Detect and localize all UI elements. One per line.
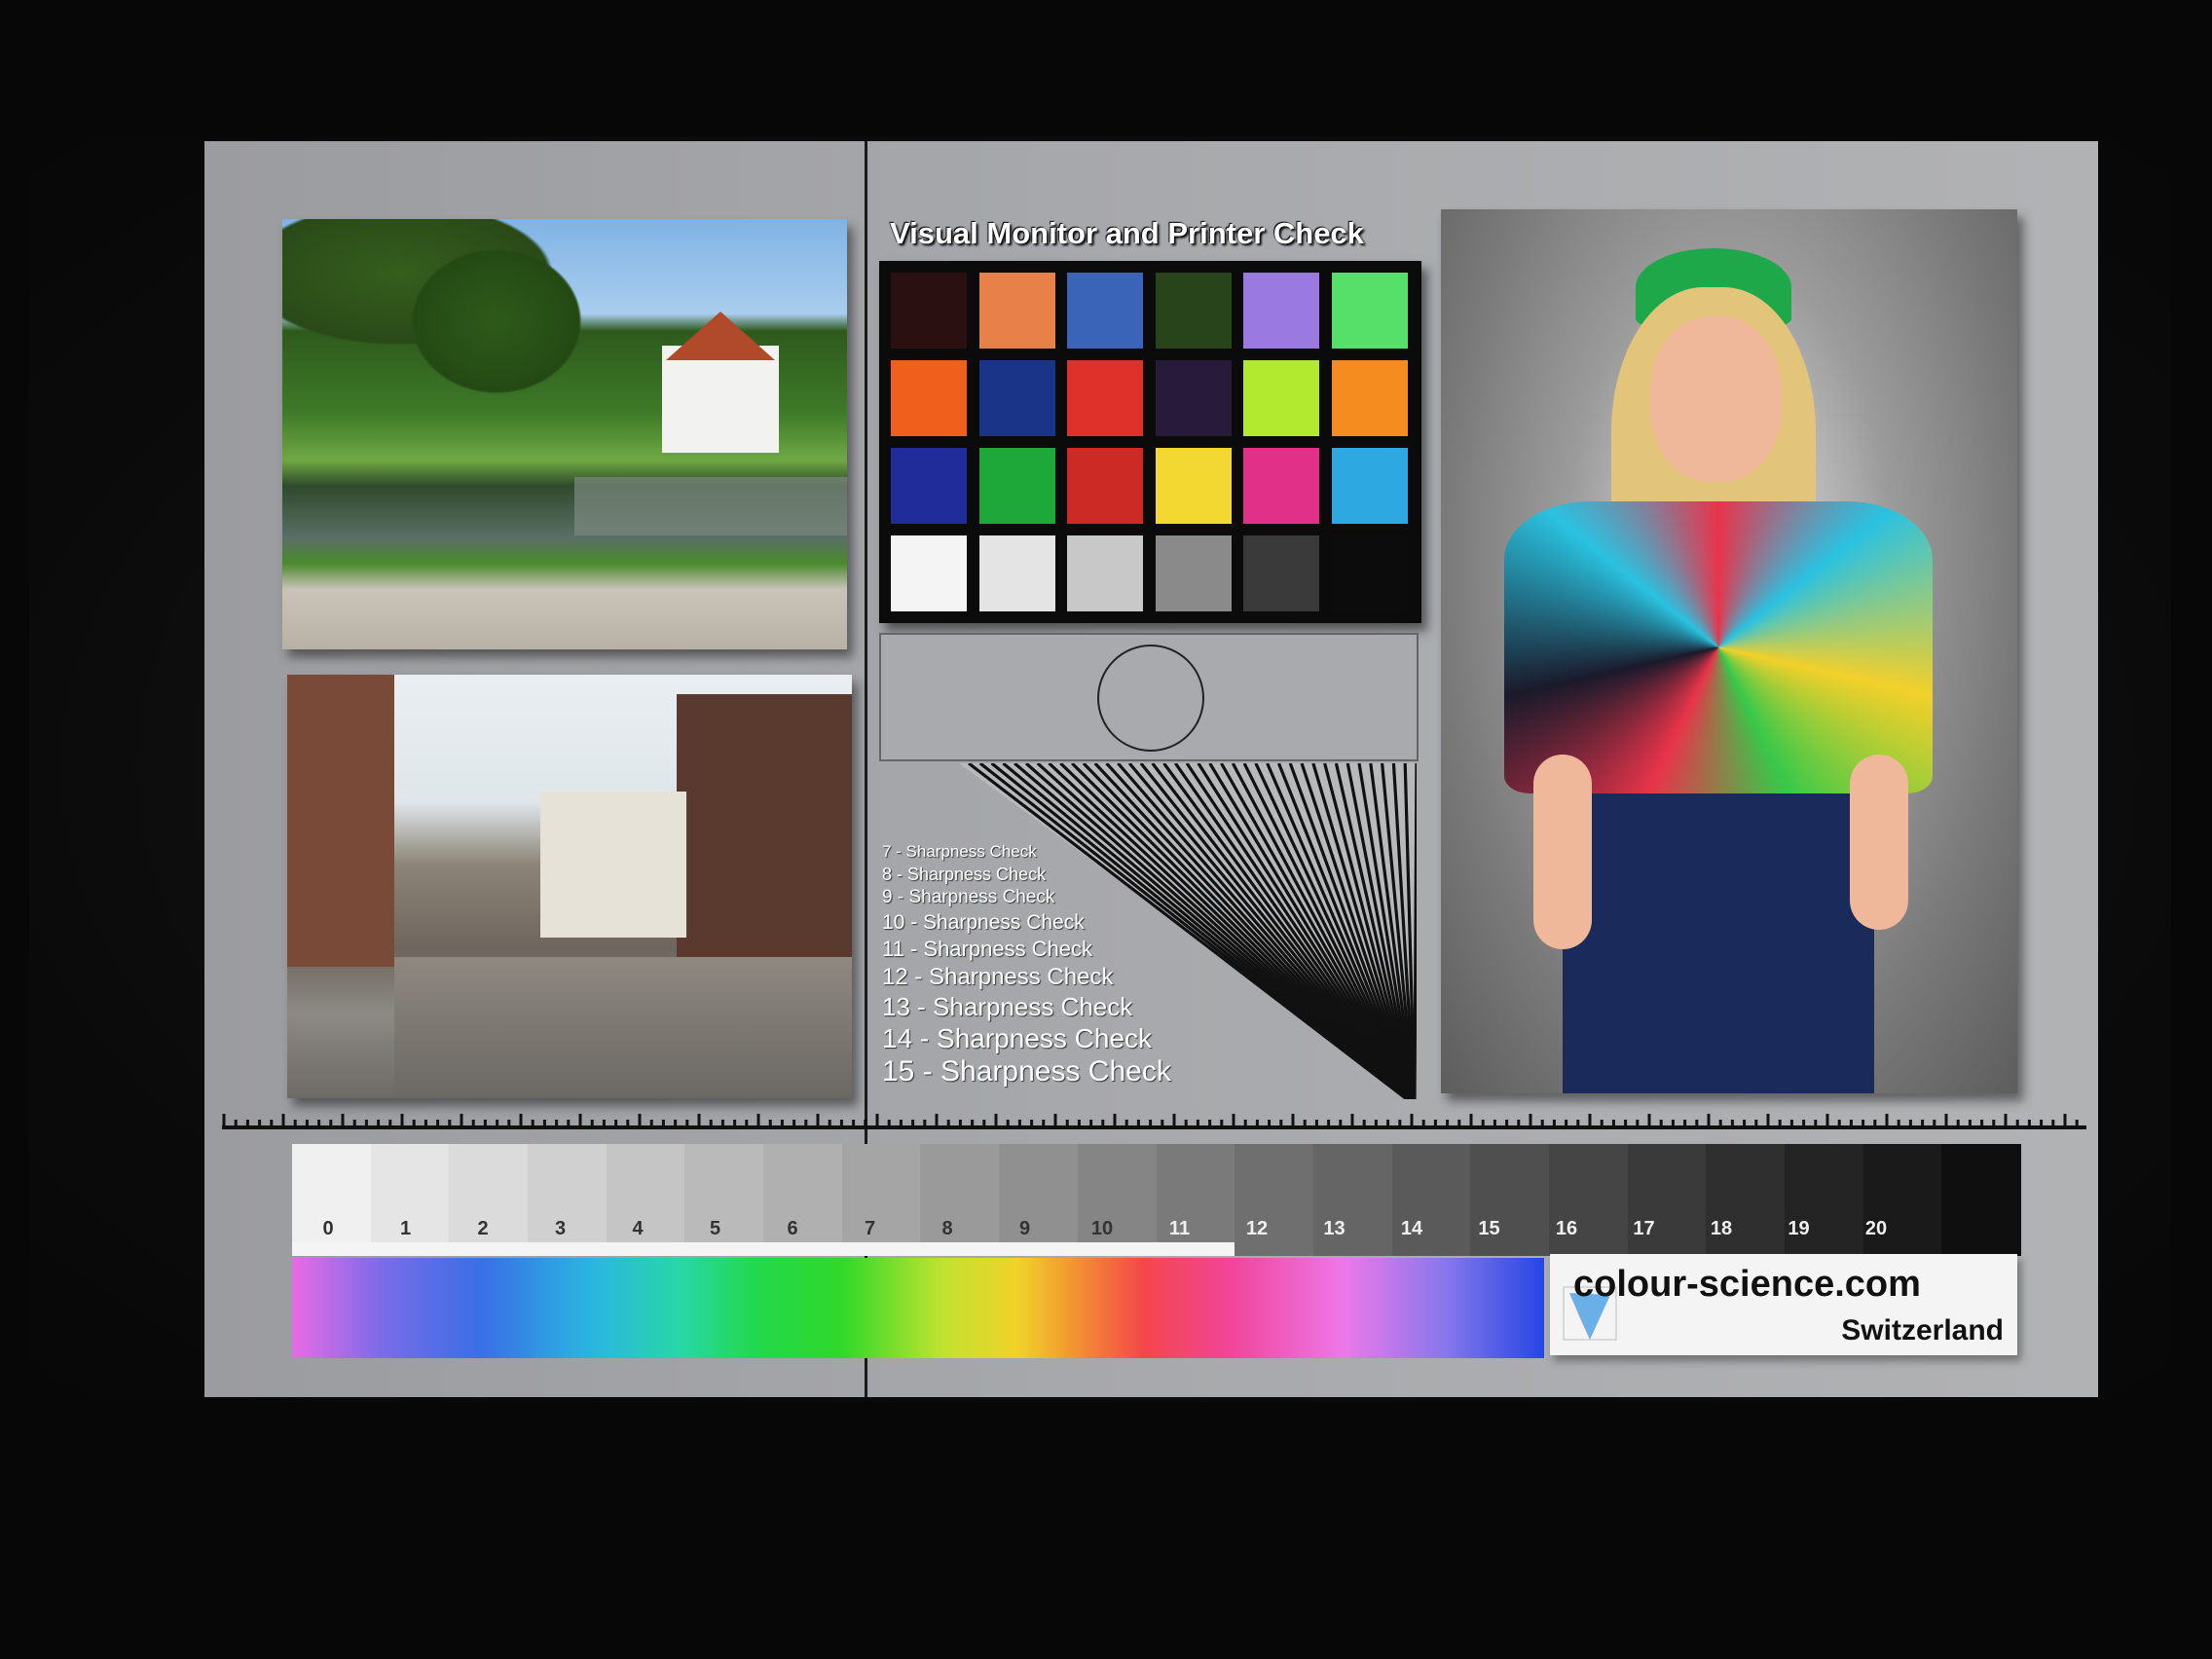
color-patch (978, 360, 1055, 436)
color-patch (891, 360, 967, 436)
grey-step-label: 11 (1168, 1218, 1191, 1239)
color-checker (879, 261, 1421, 623)
grey-step-label: 10 (1090, 1218, 1114, 1239)
grey-step-label: 14 (1400, 1218, 1423, 1239)
grey-step-label: 9 (1018, 1218, 1031, 1239)
color-patch (1243, 535, 1319, 611)
sharpness-check-label: 11 - Sharpness Check (882, 937, 1093, 961)
color-patch (978, 273, 1055, 349)
grey-step-label: 19 (1788, 1218, 1810, 1239)
color-patch (1243, 360, 1319, 436)
color-patch (1155, 535, 1232, 611)
logo-text: colour-science.com (1573, 1264, 1921, 1305)
color-patch (891, 448, 967, 524)
sharpness-check-list: 7 - Sharpness Check 8 - Sharpness Check 9 … (882, 769, 1194, 1105)
grey-step-label: 7 (864, 1218, 876, 1239)
sharpness-check-label: 12 - Sharpness Check (882, 963, 1114, 990)
hue-gradient-bar (292, 1258, 1544, 1358)
grey-step-label: 16 (1555, 1218, 1578, 1239)
fan-line (1413, 763, 1417, 1099)
logo-box: colour-science.com Switzerland (1550, 1254, 2017, 1355)
photo-of-projected-test-chart: Visual Monitor and Printer Check 7 - Sha… (0, 0, 2212, 1659)
color-patch (1331, 535, 1408, 611)
chart-title: Visual Monitor and Printer Check (890, 216, 1364, 250)
sharpness-check-label: 9 - Sharpness Check (882, 887, 1055, 907)
grey-step-label: 17 (1633, 1218, 1655, 1239)
grey-step-label: 20 (1864, 1218, 1888, 1239)
circle-panel (879, 633, 1419, 761)
sharpness-check-label: 10 - Sharpness Check (882, 910, 1085, 934)
grey-step-label: 4 (632, 1218, 644, 1239)
color-patch (1243, 448, 1319, 524)
color-patch (1155, 273, 1232, 349)
grey-step-label: 6 (787, 1218, 798, 1239)
grey-step-label: 3 (554, 1218, 567, 1239)
grey-step-label: 15 (1478, 1218, 1500, 1239)
color-patch (1067, 448, 1143, 524)
color-patch (978, 535, 1055, 611)
color-patch (1067, 535, 1143, 611)
color-patch (1155, 448, 1232, 524)
grey-step-label: 12 (1245, 1218, 1269, 1239)
color-patch (891, 535, 967, 611)
color-patch (1155, 360, 1232, 436)
landscape-photo (282, 219, 847, 649)
grey-step-label: 13 (1323, 1218, 1346, 1239)
sharpness-check-label: 13 - Sharpness Check (882, 992, 1133, 1021)
grey-step-label: 1 (399, 1218, 412, 1239)
color-patch (1067, 360, 1143, 436)
grey-step (1941, 1144, 2021, 1256)
grey-step-label: 8 (941, 1218, 953, 1239)
color-patch (978, 448, 1055, 524)
greyscale-step-wedge: 0 1 2 3 4 5 6 7 8 9 10 11 12 13 14 15 16 17 18 19 20 (292, 1144, 2021, 1256)
color-patch (1067, 273, 1143, 349)
sharpness-check-label: 15 - Sharpness Check (882, 1055, 1171, 1088)
circle-shape (1097, 645, 1204, 752)
ruler-scale (222, 1114, 2086, 1129)
sharpness-check-label: 7 - Sharpness Check (882, 842, 1037, 861)
sharpness-check-label: 8 - Sharpness Check (882, 864, 1047, 884)
color-patch (1331, 273, 1408, 349)
color-patch (1331, 360, 1408, 436)
color-patch (891, 273, 967, 349)
grey-step-label: 2 (477, 1218, 489, 1239)
street-photo (287, 675, 852, 1098)
logo-subtitle: Switzerland (1841, 1314, 2004, 1346)
color-patch (1331, 448, 1408, 524)
grey-step-label: 18 (1710, 1218, 1733, 1239)
portrait-photo (1441, 209, 2017, 1093)
color-patch (1243, 273, 1319, 349)
grey-step-label: 0 (322, 1218, 334, 1239)
grey-step-label: 5 (709, 1218, 721, 1239)
sharpness-check-label: 14 - Sharpness Check (882, 1022, 1153, 1053)
